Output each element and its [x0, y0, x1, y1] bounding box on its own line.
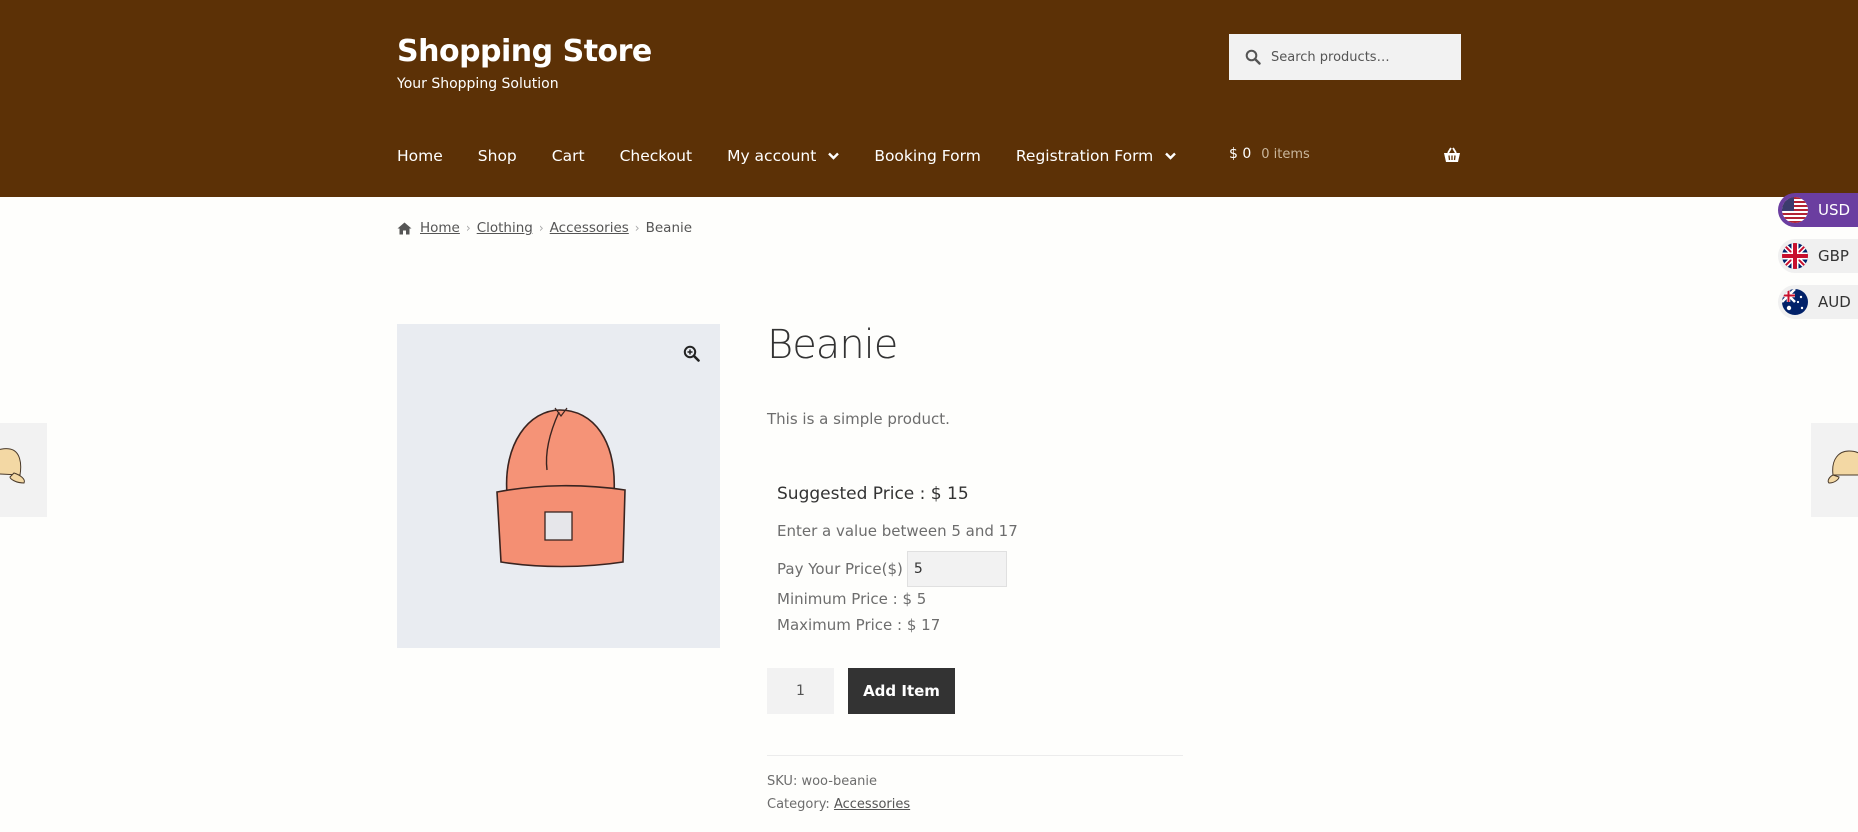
minimum-price: Minimum Price : $ 5 — [777, 590, 927, 608]
nav-item-checkout[interactable]: Checkout — [620, 147, 693, 165]
nav-item-registration-form[interactable]: Registration Form — [1015, 147, 1177, 165]
pay-your-price-input[interactable] — [906, 551, 1007, 587]
category-label: Category: — [767, 797, 830, 812]
nav-label: Checkout — [619, 147, 693, 165]
quantity-input[interactable] — [767, 668, 834, 714]
header-cart[interactable]: $ 0 0 items — [1229, 146, 1461, 162]
breadcrumb-separator: › — [634, 221, 640, 235]
breadcrumb-clothing-link[interactable]: Clothing — [477, 220, 533, 236]
site-header: Shopping Store Your Shopping Solution Ho… — [0, 0, 1858, 197]
chevron-down-icon[interactable] — [828, 152, 840, 160]
cart-item-count: 0 items — [1261, 146, 1310, 162]
uk-flag-icon — [1782, 243, 1808, 269]
search-icon — [1245, 49, 1261, 65]
breadcrumb-separator: › — [465, 221, 471, 235]
next-product-link[interactable] — [1811, 423, 1858, 517]
currency-option-usd[interactable]: USD — [1778, 193, 1858, 227]
nav-item-home[interactable]: Home — [397, 147, 443, 165]
search-input[interactable] — [1271, 49, 1451, 65]
cap-thumbnail-icon — [1827, 450, 1858, 484]
nav-item-cart[interactable]: Cart — [552, 147, 585, 165]
category-link[interactable]: Accessories — [834, 797, 910, 812]
breadcrumb: Home › Clothing › Accessories › Beanie — [397, 220, 692, 236]
divider — [767, 755, 1183, 756]
nav-label: My account — [727, 147, 817, 165]
chevron-down-icon[interactable] — [1165, 152, 1177, 160]
maximum-price: Maximum Price : $ 17 — [777, 616, 941, 634]
nav-item-my-account[interactable]: My account — [727, 147, 840, 165]
nav-item-booking-form[interactable]: Booking Form — [874, 147, 981, 165]
suggested-price: Suggested Price : $ 15 — [777, 484, 969, 504]
beanie-illustration — [496, 407, 626, 568]
pay-your-price-label: Pay Your Price($) — [777, 560, 903, 578]
product-title: Beanie — [767, 322, 898, 368]
nav-item-shop[interactable]: Shop — [478, 147, 517, 165]
site-title[interactable]: Shopping Store — [397, 34, 652, 69]
basket-icon[interactable] — [1443, 147, 1461, 163]
nav-label: Home — [397, 147, 443, 165]
breadcrumb-current: Beanie — [645, 220, 693, 236]
product-sku: SKU: woo-beanie — [767, 774, 877, 789]
us-flag-icon — [1782, 197, 1808, 223]
currency-option-gbp[interactable]: GBP — [1778, 239, 1858, 273]
product-image[interactable] — [397, 324, 720, 648]
product-short-description: This is a simple product. — [767, 410, 950, 428]
cap-thumbnail-icon — [0, 448, 25, 484]
product-category: Category: Accessories — [767, 797, 910, 812]
add-item-button[interactable]: Add Item — [848, 668, 955, 714]
home-icon — [397, 222, 412, 234]
site-tagline: Your Shopping Solution — [397, 76, 559, 92]
currency-label: GBP — [1818, 247, 1849, 265]
cart-amount: $ 0 — [1229, 146, 1252, 162]
price-range-note: Enter a value between 5 and 17 — [777, 522, 1018, 540]
primary-nav: Home Shop Cart Checkout My account Booki… — [397, 146, 1211, 166]
nav-label: Cart — [551, 147, 585, 165]
nav-label: Registration Form — [1015, 147, 1154, 165]
zoom-icon[interactable] — [683, 345, 700, 362]
breadcrumb-home-link[interactable]: Home — [420, 220, 460, 236]
nav-label: Shop — [477, 147, 517, 165]
breadcrumb-separator: › — [538, 221, 544, 235]
sku-label: SKU: — [767, 774, 798, 789]
pay-your-price-row: Pay Your Price($) — [777, 551, 1007, 587]
au-flag-icon — [1782, 289, 1808, 315]
sku-value: woo-beanie — [801, 774, 878, 789]
nav-label: Booking Form — [874, 147, 981, 165]
search-box[interactable] — [1229, 34, 1461, 80]
breadcrumb-accessories-link[interactable]: Accessories — [550, 220, 629, 236]
currency-label: USD — [1818, 201, 1851, 219]
currency-option-aud[interactable]: AUD — [1778, 285, 1858, 319]
previous-product-link[interactable] — [0, 423, 47, 517]
currency-label: AUD — [1818, 293, 1851, 311]
